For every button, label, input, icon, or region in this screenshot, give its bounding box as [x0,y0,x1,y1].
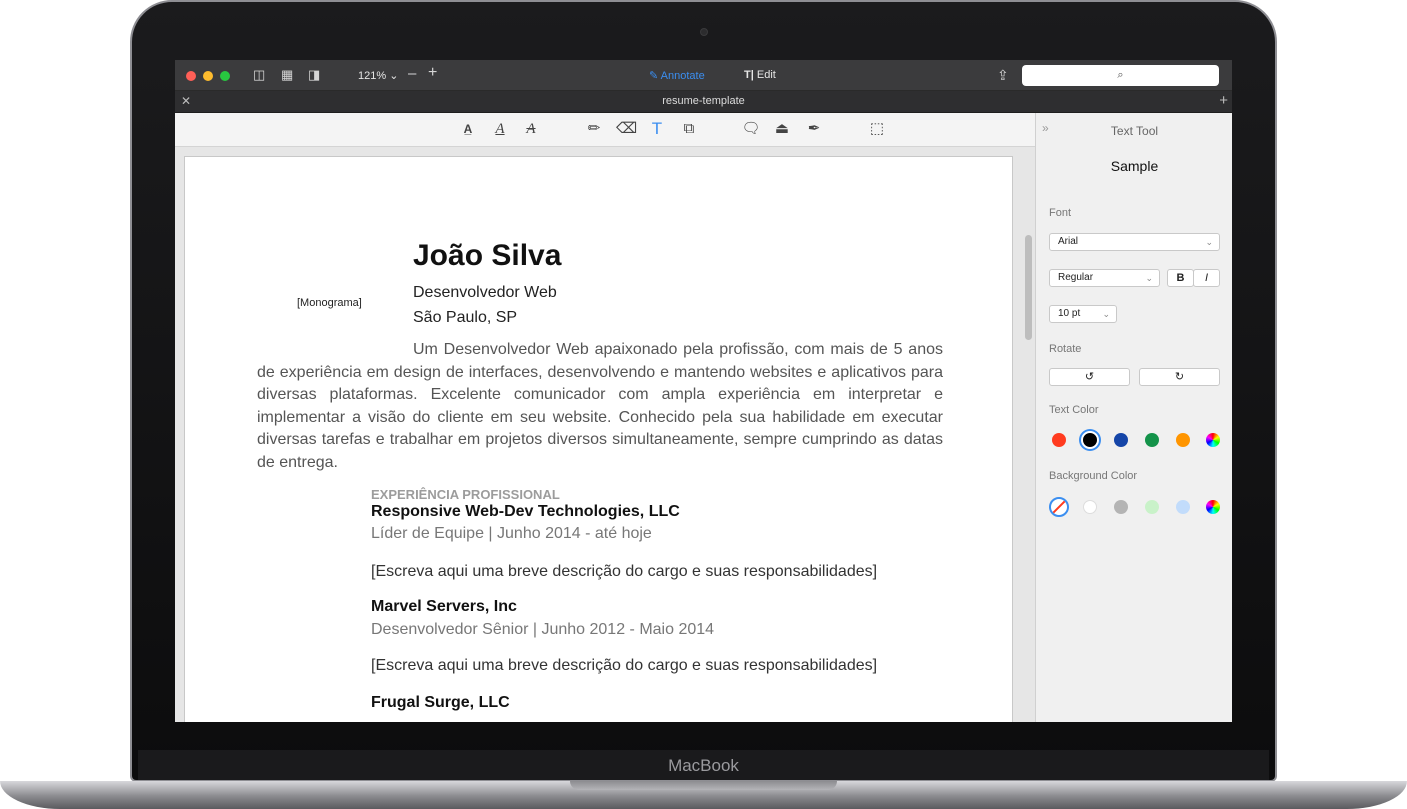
brand-label: MacBook [668,756,739,775]
text-cursor-icon: T| [744,69,754,81]
shapes-icon[interactable]: ⧉ [679,120,699,138]
bold-button[interactable]: B [1167,269,1194,287]
font-family-select[interactable]: Arial ⌄ [1049,233,1220,251]
background-color-swatch-white[interactable] [1083,500,1097,514]
title-bar: ◫ ▦ ◨ 121% ⌄ – + ✎ Annotate T| Edit ⇪ ⌕ [175,60,1232,91]
annotation-toolbar: A̲ A A ✏ ⌫ T ⧉ 🗨 ⏏ ✒ ⬚ [175,113,1035,147]
stamp-icon[interactable]: ⏏ [772,120,792,138]
job-description: [Escreva aqui uma breve descrição do car… [371,563,878,580]
resume-summary: Um Desenvolvedor Web apaixonado pela pro… [257,341,943,471]
chevron-down-icon: ⌄ [1102,309,1110,319]
zoom-in-icon[interactable]: + [428,65,437,81]
text-color-swatch-green[interactable] [1145,433,1159,447]
pen-icon: ✎ [649,70,659,82]
rotate-label: Rotate [1049,343,1082,355]
font-label: Font [1049,207,1072,219]
vertical-scrollbar[interactable] [1025,235,1032,340]
text-strikethrough-icon[interactable]: A [521,120,541,138]
font-style-select[interactable]: Regular ⌄ [1049,269,1160,287]
section-title: EXPERIÊNCIA PROFISSIONAL [371,487,560,502]
rotate-right-icon: ↻ [1174,371,1185,383]
thumbnail-grid-icon[interactable]: ▦ [281,68,293,82]
new-tab-icon[interactable]: + [1219,92,1228,109]
job-detail: Desenvolvedor Sênior | Junho 2012 - Maio… [371,621,715,638]
share-icon[interactable]: ⇪ [997,68,1009,82]
resume-name: João Silva [413,239,562,272]
sidebar-toggle-icon[interactable]: ◫ [253,68,265,82]
resume-role: Desenvolvedor Web [413,284,557,301]
job-description: [Escreva aqui uma breve descrição do car… [371,657,878,674]
panel-title: Text Tool [1110,124,1159,138]
resume-city: São Paulo, SP [413,309,518,326]
background-color-swatch-blue[interactable] [1176,500,1190,514]
laptop-mockup: MacBook ◫ ▦ ◨ 121% ⌄ – + ✎ Annotate T| E… [0,0,1407,809]
minimize-window-button[interactable] [203,71,213,81]
note-icon[interactable]: 🗨 [741,120,761,138]
search-icon: ⌕ [1117,69,1124,81]
chevron-down-icon: ⌄ [1205,237,1213,247]
rotate-right-button[interactable]: ↻ [1139,368,1220,386]
eraser-icon[interactable]: ⌫ [616,120,637,138]
monogram-placeholder: [Monograma] [297,297,362,309]
zoom-out-icon[interactable]: – [408,66,416,81]
rotate-left-icon: ↺ [1084,371,1095,383]
search-input[interactable]: ⌕ [1022,65,1219,86]
tab-title[interactable]: resume-template [175,95,1232,107]
no-fill-swatch[interactable] [1049,497,1069,517]
camera [700,28,708,36]
document-viewport[interactable]: João Silva [Monograma] Desenvolvedor Web… [175,147,1035,722]
job-detail: Líder de Equipe | Junho 2014 - até hoje [371,525,652,542]
text-underline-icon[interactable]: A [490,120,510,138]
selection-icon[interactable]: ⬚ [867,120,887,138]
text-color-swatch-red[interactable] [1052,433,1066,447]
close-window-button[interactable] [186,71,196,81]
font-sample: Sample [1110,158,1159,174]
tab-bar: ✕ resume-template + [175,91,1232,113]
background-color-swatch-green[interactable] [1145,500,1159,514]
laptop-notch [570,781,837,790]
pencil-icon[interactable]: ✏ [584,120,604,138]
font-size-select[interactable]: 10 pt ⌄ [1049,305,1117,323]
chevron-down-icon: ⌄ [1145,273,1153,283]
rotate-left-button[interactable]: ↺ [1049,368,1130,386]
text-color-swatch-black[interactable] [1081,431,1099,449]
annotate-mode-button[interactable]: ✎ Annotate [649,69,705,82]
background-color-label: Background Color [1049,470,1138,482]
text-color-label: Text Color [1049,404,1099,416]
custom-color-picker-icon[interactable] [1206,433,1220,447]
text-tool-panel: » Text Tool Sample Font Arial ⌄ Regular ⌄ … [1035,113,1232,722]
document-page[interactable]: João Silva [Monograma] Desenvolvedor Web… [184,156,1013,722]
background-color-swatch-gray[interactable] [1114,500,1128,514]
edit-mode-button[interactable]: T| Edit [744,69,776,81]
zoom-window-button[interactable] [220,71,230,81]
job-company: Frugal Surge, LLC [371,694,510,711]
signature-icon[interactable]: ✒ [804,120,824,138]
custom-background-color-icon[interactable] [1206,500,1220,514]
zoom-level[interactable]: 121% ⌄ [358,69,398,82]
text-tool-icon[interactable]: T [647,120,667,138]
job-company: Marvel Servers, Inc [371,598,517,615]
text-color-swatch-blue[interactable] [1114,433,1128,447]
app-window: ◫ ▦ ◨ 121% ⌄ – + ✎ Annotate T| Edit ⇪ ⌕ … [175,60,1232,722]
italic-button[interactable]: I [1193,269,1220,287]
two-page-view-icon[interactable]: ◨ [308,68,320,82]
job-company: Responsive Web-Dev Technologies, LLC [371,503,680,520]
text-color-swatch-orange[interactable] [1176,433,1190,447]
no-fill-icon [1051,499,1067,515]
text-highlight-icon[interactable]: A̲ [458,120,478,138]
